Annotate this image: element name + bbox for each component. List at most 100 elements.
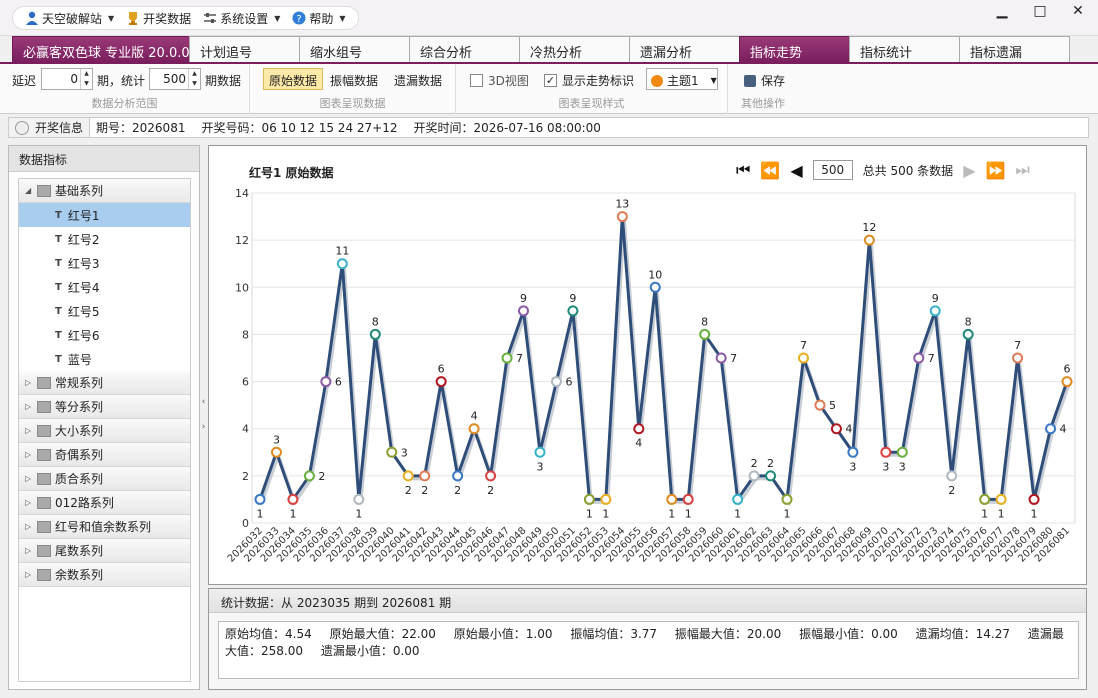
collapsed-icon: ▷ bbox=[25, 426, 32, 435]
menu-bar: 天空破解站 ▼ 开奖数据 系统设置 ▼ ? 帮助 ▼ bbox=[12, 6, 359, 30]
data-label: 3 bbox=[536, 460, 543, 473]
tree-item-red5[interactable]: T 红号5 bbox=[19, 299, 190, 323]
tree-group-012[interactable]: ▷ 012路系列 bbox=[19, 491, 190, 515]
tab-brand[interactable]: 必赢客双色球 专业版 20.0.0 bbox=[12, 36, 190, 62]
ribbon: 延迟 0 ▲ ▼ 期，统计 500 ▲ ▼ 期数据 数据分析范围 原始数据 振幅数据 遗… bbox=[0, 62, 1098, 114]
tree-item-red1[interactable]: T 红号1 bbox=[19, 203, 190, 227]
collapsed-icon: ▷ bbox=[25, 498, 32, 507]
help-icon: ? bbox=[292, 11, 306, 25]
menu-app[interactable]: 天空破解站 ▼ bbox=[21, 7, 118, 29]
numbers-text: 开奖号码：06 10 12 15 24 27+12 bbox=[201, 121, 398, 135]
chevron-right-icon[interactable]: › bbox=[202, 422, 206, 432]
tab-indicator-missing[interactable]: 指标遗漏 bbox=[959, 36, 1070, 62]
tree-group-size[interactable]: ▷ 大小系列 bbox=[19, 419, 190, 443]
y-tick-label: 8 bbox=[242, 328, 249, 341]
collapsed-icon: ▷ bbox=[25, 474, 32, 483]
tab-plan[interactable]: 计划追号 bbox=[189, 36, 300, 62]
data-point bbox=[518, 305, 530, 317]
tab-indicator-stats[interactable]: 指标统计 bbox=[849, 36, 960, 62]
close-button[interactable]: ✕ bbox=[1068, 2, 1088, 20]
tab-overview[interactable]: 综合分析 bbox=[409, 36, 520, 62]
tab-missing[interactable]: 遗漏分析 bbox=[629, 36, 740, 62]
menu-draw-data[interactable]: 开奖数据 bbox=[122, 7, 195, 29]
trend-marker-checkbox[interactable]: ✓ 显示走势标识 bbox=[544, 72, 634, 89]
delay-value: 0 bbox=[70, 72, 78, 86]
chevron-down-icon: ▼ bbox=[710, 76, 717, 85]
tree-item-red4[interactable]: T 红号4 bbox=[19, 275, 190, 299]
tree-group-prime[interactable]: ▷ 质合系列 bbox=[19, 467, 190, 491]
tree-item-label: 红号4 bbox=[67, 280, 100, 295]
draw-info-bar: 开奖信息 期号：2026081 开奖号码：06 10 12 15 24 27+1… bbox=[8, 117, 1089, 138]
data-point bbox=[649, 281, 661, 293]
menu-draw-data-label: 开奖数据 bbox=[143, 11, 192, 26]
raw-data-button[interactable]: 原始数据 bbox=[263, 68, 324, 90]
tree-group-label: 大小系列 bbox=[55, 424, 104, 438]
data-label: 1 bbox=[586, 507, 593, 520]
data-label: 7 bbox=[800, 339, 807, 352]
tree-group-oddeven[interactable]: ▷ 奇偶系列 bbox=[19, 443, 190, 467]
save-button[interactable]: 保存 bbox=[738, 68, 791, 90]
spin-arrows-icon[interactable]: ▲ ▼ bbox=[188, 69, 200, 89]
group-range-caption: 数据分析范围 bbox=[91, 97, 158, 110]
menu-help[interactable]: ? 帮助 ▼ bbox=[288, 7, 349, 29]
theme-select[interactable]: 主题1 ▼ bbox=[646, 68, 718, 90]
tab-indicator-trend[interactable]: 指标走势 bbox=[739, 36, 850, 62]
data-point bbox=[402, 470, 414, 482]
group-range: 延迟 0 ▲ ▼ 期，统计 500 ▲ ▼ 期数据 数据分析范围 bbox=[0, 64, 250, 114]
tree-item-blue[interactable]: T 蓝号 bbox=[19, 347, 190, 371]
stat-amp-max: 振幅最大值：20.00 bbox=[674, 627, 782, 641]
minimize-button[interactable]: ▁ bbox=[992, 2, 1012, 20]
data-label: 7 bbox=[928, 352, 935, 365]
chevron-left-icon[interactable]: ‹ bbox=[202, 397, 206, 407]
data-label: 3 bbox=[899, 460, 906, 473]
data-point bbox=[995, 493, 1007, 505]
tree-group-regular[interactable]: ▷ 常规系列 bbox=[19, 371, 190, 395]
tree-item-red2[interactable]: T 红号2 bbox=[19, 227, 190, 251]
data-point bbox=[847, 446, 859, 458]
tree-group-equal[interactable]: ▷ 等分系列 bbox=[19, 395, 190, 419]
panel-splitter[interactable]: ‹ › bbox=[200, 390, 207, 440]
folder-icon bbox=[37, 400, 51, 413]
stat-spinner[interactable]: 500 ▲ ▼ bbox=[149, 68, 201, 90]
data-point bbox=[979, 493, 991, 505]
y-tick-label: 4 bbox=[242, 423, 249, 436]
folder-icon bbox=[37, 376, 51, 389]
data-point bbox=[1045, 423, 1057, 435]
tree-item-label: 红号2 bbox=[67, 232, 100, 247]
tree-item-label: 蓝号 bbox=[67, 352, 92, 367]
menu-settings[interactable]: 系统设置 ▼ bbox=[199, 7, 284, 29]
delay-spinner[interactable]: 0 ▲ ▼ bbox=[41, 68, 93, 90]
stats-box: 原始均值：4.54 原始最大值：22.00 原始最小值：1.00 振幅均值：3.… bbox=[218, 621, 1079, 679]
3d-view-label: 3D视图 bbox=[488, 74, 529, 88]
data-point bbox=[1012, 352, 1024, 364]
text-field-icon: T bbox=[55, 209, 62, 221]
data-point bbox=[320, 376, 332, 388]
maximize-button[interactable]: □ bbox=[1030, 2, 1050, 20]
tree-group-label: 奇偶系列 bbox=[55, 448, 104, 462]
chevron-down-icon: ▼ bbox=[339, 13, 346, 23]
tab-strip: 必赢客双色球 专业版 20.0.0 计划追号 缩水组号 综合分析 冷热分析 遗漏… bbox=[12, 36, 1082, 62]
user-icon bbox=[25, 11, 39, 25]
chevron-down-icon: ▼ bbox=[274, 13, 281, 23]
missing-data-button[interactable]: 遗漏数据 bbox=[388, 68, 448, 90]
amplitude-data-button[interactable]: 振幅数据 bbox=[324, 68, 384, 90]
tab-shrink[interactable]: 缩水组号 bbox=[299, 36, 410, 62]
draw-info-button[interactable]: 开奖信息 bbox=[9, 118, 91, 137]
group-other: 保存 其他操作 bbox=[728, 64, 798, 114]
tree-item-red3[interactable]: T 红号3 bbox=[19, 251, 190, 275]
tree-group-sumremainder[interactable]: ▷ 红号和值余数系列 bbox=[19, 515, 190, 539]
data-label: 1 bbox=[355, 507, 362, 520]
tree-group-remainder[interactable]: ▷ 余数系列 bbox=[19, 563, 190, 587]
tree-group-basic[interactable]: ◢ 基础系列 bbox=[19, 179, 190, 203]
spin-arrows-icon[interactable]: ▲ ▼ bbox=[80, 69, 92, 89]
tab-hotcold[interactable]: 冷热分析 bbox=[519, 36, 630, 62]
text-field-icon: T bbox=[55, 233, 62, 245]
collapsed-icon: ▷ bbox=[25, 378, 32, 387]
data-label: 2 bbox=[767, 457, 774, 470]
tree-item-red6[interactable]: T 红号6 bbox=[19, 323, 190, 347]
tree-group-label: 等分系列 bbox=[55, 400, 104, 414]
data-label: 1 bbox=[998, 507, 1005, 520]
tree-group-tail[interactable]: ▷ 尾数系列 bbox=[19, 539, 190, 563]
3d-view-checkbox[interactable]: 3D视图 bbox=[470, 72, 529, 89]
folder-icon bbox=[37, 448, 51, 461]
